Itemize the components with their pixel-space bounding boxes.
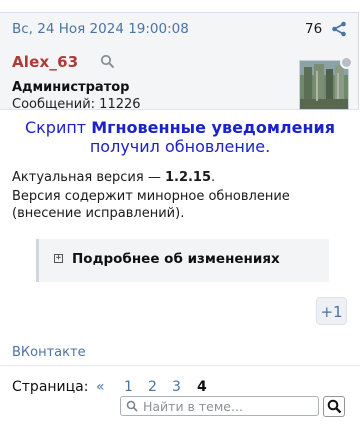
pager-page-2[interactable]: 2 xyxy=(148,379,157,395)
changes-spoiler[interactable]: + Подробнее об изменениях xyxy=(36,239,329,282)
posts-label: Сообщений: xyxy=(12,97,96,112)
post-number[interactable]: 76 xyxy=(305,21,322,37)
version-prefix: Актуальная версия — xyxy=(12,170,165,185)
posts-count: 11226 xyxy=(99,97,141,112)
pager-page-1[interactable]: 1 xyxy=(124,379,133,395)
version-description: Версия содержит минорное обновление (вне… xyxy=(12,189,290,221)
post-header: Вс, 24 Ноя 2024 19:00:08 76 Alex_63 Адми… xyxy=(0,12,359,112)
share-icon[interactable] xyxy=(331,21,347,37)
plus-one-button[interactable]: +1 xyxy=(316,297,347,325)
topic-search-input[interactable] xyxy=(143,397,313,415)
announce-suffix: получил обновление. xyxy=(89,137,271,156)
vkontakte-share-link[interactable]: ВКонтакте xyxy=(12,345,86,360)
author-post-count: Сообщений: 11226 xyxy=(12,97,141,112)
pager-label: Страница: xyxy=(12,379,89,395)
post-date[interactable]: Вс, 24 Ноя 2024 19:00:08 xyxy=(12,21,189,37)
update-announcement: Скрипт Мгновенные уведомления получил об… xyxy=(0,118,360,156)
topic-search-field[interactable] xyxy=(120,396,319,416)
version-suffix: . xyxy=(211,170,216,185)
version-line: Актуальная версия — 1.2.15. xyxy=(12,170,215,185)
announce-prefix: Скрипт xyxy=(24,118,92,137)
pager-page-3[interactable]: 3 xyxy=(172,379,181,395)
spoiler-title[interactable]: Подробнее об изменениях xyxy=(72,251,280,267)
pager-current-page: 4 xyxy=(197,379,207,395)
search-icon xyxy=(327,399,342,414)
script-name: Мгновенные уведомления xyxy=(91,118,336,137)
search-submit-button[interactable] xyxy=(323,396,345,417)
author-role: Администратор xyxy=(12,80,130,95)
version-number: 1.2.15 xyxy=(164,170,212,185)
pagination-bar: Страница: « 1 2 3 4 xyxy=(0,365,360,426)
expand-icon[interactable]: + xyxy=(54,254,63,263)
bottom-banner-strip xyxy=(0,425,360,432)
search-icon[interactable] xyxy=(100,54,115,69)
online-status-indicator xyxy=(340,56,353,69)
author-username[interactable]: Alex_63 xyxy=(12,53,78,71)
search-icon xyxy=(126,400,138,412)
pager-prev-link[interactable]: « xyxy=(96,379,105,395)
